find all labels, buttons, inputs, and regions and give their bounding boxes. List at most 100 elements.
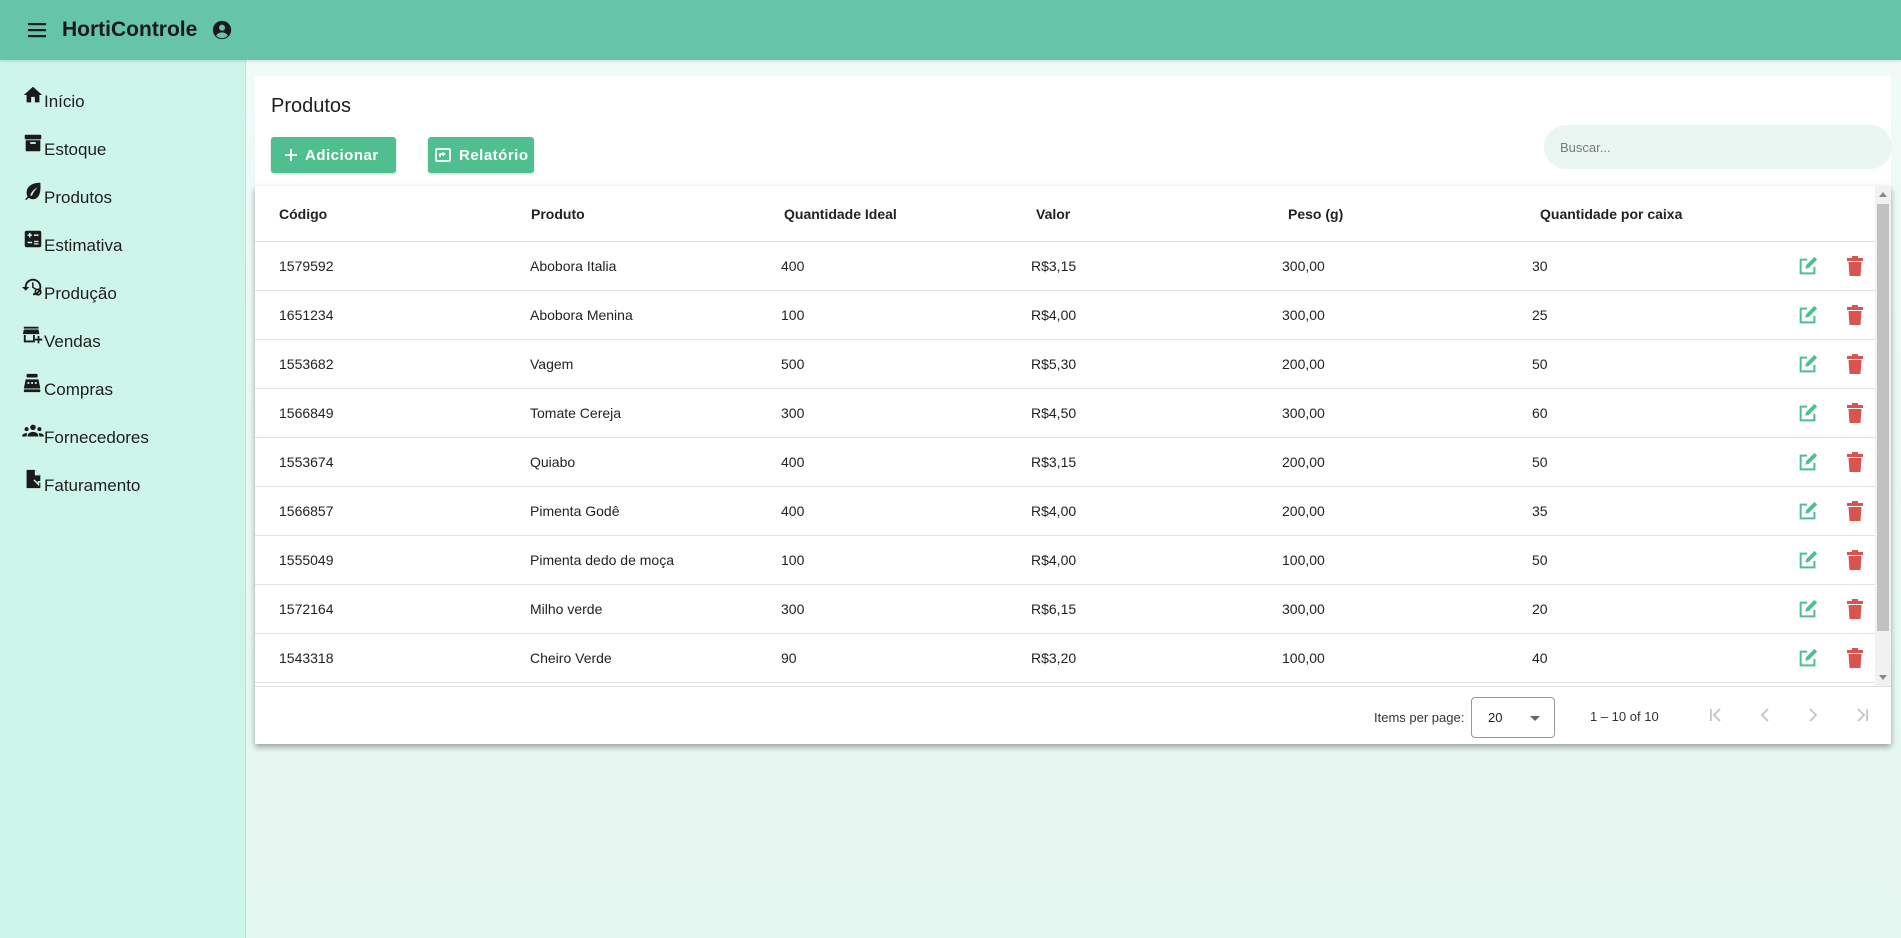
sidebar-item-label: Produtos — [44, 188, 113, 207]
cell-valor: R$3,15 — [1031, 454, 1077, 470]
cell-quantidade-ideal: 400 — [781, 503, 805, 519]
edit-icon[interactable] — [1795, 498, 1821, 524]
cell-produto: Quiabo — [530, 454, 576, 470]
cell-codigo: 1543318 — [279, 650, 334, 666]
cell-valor: R$6,15 — [1031, 601, 1077, 617]
top-app-bar: HortiControle — [0, 0, 1901, 60]
sidebar-item-fornecedores[interactable]: Fornecedores — [0, 420, 245, 468]
cell-quantidade-ideal: 400 — [781, 258, 805, 274]
delete-icon[interactable] — [1842, 498, 1868, 524]
cell-produto: Vagem — [530, 356, 574, 372]
cell-valor: R$5,30 — [1031, 356, 1077, 372]
cell-produto: Milho verde — [530, 601, 603, 617]
items-per-page-select[interactable]: 20 — [1471, 697, 1555, 738]
cell-quantidade-ideal: 100 — [781, 307, 805, 323]
cell-quantidade-por-caixa: 35 — [1532, 503, 1548, 519]
sidebar-item-vendas[interactable]: Vendas — [0, 324, 245, 372]
delete-icon[interactable] — [1842, 253, 1868, 279]
cell-produto: Abobora Menina — [530, 307, 633, 323]
account-circle-icon[interactable] — [211, 19, 233, 41]
groups-icon — [22, 424, 44, 437]
edit-icon[interactable] — [1795, 547, 1821, 573]
edit-icon[interactable] — [1795, 351, 1821, 377]
table-row: 1566857 Pimenta Godê 400 R$4,00 200,00 3… — [255, 487, 1875, 536]
edit-icon[interactable] — [1795, 302, 1821, 328]
cell-quantidade-por-caixa: 20 — [1532, 601, 1548, 617]
scroll-down-arrow-icon[interactable] — [1879, 675, 1887, 680]
cell-produto: Pimenta Godê — [530, 503, 620, 519]
page-title: Produtos — [271, 95, 352, 117]
column-header-valor[interactable]: Valor — [1036, 206, 1070, 222]
cell-produto: Cheiro Verde — [530, 650, 612, 666]
cell-quantidade-ideal: 400 — [781, 454, 805, 470]
cell-valor: R$4,00 — [1031, 307, 1077, 323]
delete-icon[interactable] — [1842, 596, 1868, 622]
cell-produto: Tomate Cereja — [530, 405, 622, 421]
sidebar-item-label: Vendas — [44, 332, 101, 351]
delete-icon[interactable] — [1842, 351, 1868, 377]
cell-valor: R$4,00 — [1031, 503, 1077, 519]
cell-codigo: 1555049 — [279, 552, 334, 568]
menu-icon[interactable] — [26, 19, 48, 41]
column-header-quantidade-por-caixa[interactable]: Quantidade por caixa — [1540, 206, 1682, 222]
edit-icon[interactable] — [1795, 253, 1821, 279]
table-scrollbar[interactable] — [1875, 186, 1891, 686]
delete-icon[interactable] — [1842, 449, 1868, 475]
cell-codigo: 1572164 — [279, 601, 334, 617]
cell-quantidade-ideal: 500 — [781, 356, 805, 372]
delete-icon[interactable] — [1842, 302, 1868, 328]
cell-quantidade-ideal: 300 — [781, 405, 805, 421]
cell-produto: Pimenta dedo de moça — [530, 552, 674, 568]
edit-icon[interactable] — [1795, 449, 1821, 475]
column-header-codigo[interactable]: Código — [279, 206, 327, 222]
table-row: 1572164 Milho verde 300 R$6,15 300,00 20 — [255, 585, 1875, 634]
sidebar-item-producao[interactable]: Produção — [0, 276, 245, 324]
calculate-icon — [24, 230, 42, 248]
last-page-icon[interactable] — [1849, 703, 1873, 727]
sidebar-item-faturamento[interactable]: Faturamento — [0, 468, 245, 516]
cell-peso: 100,00 — [1282, 650, 1325, 666]
previous-page-icon[interactable] — [1753, 703, 1777, 727]
delete-icon[interactable] — [1842, 645, 1868, 671]
items-per-page-value: 20 — [1488, 710, 1503, 725]
delete-icon[interactable] — [1842, 547, 1868, 573]
sidebar-item-inicio[interactable]: Início — [0, 84, 245, 132]
paginator: Items per page: 20 1 – 10 of 10 — [255, 686, 1891, 744]
delete-icon[interactable] — [1842, 400, 1868, 426]
cell-codigo: 1566857 — [279, 503, 334, 519]
column-header-quantidade-ideal[interactable]: Quantidade Ideal — [784, 206, 897, 222]
column-header-peso[interactable]: Peso (g) — [1288, 206, 1343, 222]
cell-quantidade-ideal: 90 — [781, 650, 797, 666]
report-button[interactable]: Relatório — [428, 137, 534, 173]
cell-peso: 100,00 — [1282, 552, 1325, 568]
cell-quantidade-por-caixa: 60 — [1532, 405, 1548, 421]
cell-quantidade-por-caixa: 50 — [1532, 454, 1548, 470]
sidebar-item-produtos[interactable]: Produtos — [0, 180, 245, 228]
add-button[interactable]: Adicionar — [271, 137, 396, 173]
scrollbar-thumb[interactable] — [1877, 204, 1889, 631]
edit-icon[interactable] — [1795, 400, 1821, 426]
search-input[interactable] — [1544, 125, 1892, 169]
request-quote-icon — [26, 469, 42, 489]
table-header: Código Produto Quantidade Ideal Valor Pe… — [255, 186, 1875, 242]
scroll-up-arrow-icon[interactable] — [1879, 192, 1887, 197]
next-page-icon[interactable] — [1801, 703, 1825, 727]
cell-codigo: 1553682 — [279, 356, 334, 372]
sidebar-item-label: Fornecedores — [44, 428, 149, 447]
sidebar-item-compras[interactable]: Compras — [0, 372, 245, 420]
report-button-label: Relatório — [459, 146, 529, 164]
sidebar-item-estoque[interactable]: Estoque — [0, 132, 245, 180]
sidebar-item-estimativa[interactable]: Estimativa — [0, 228, 245, 276]
cell-codigo: 1651234 — [279, 307, 334, 323]
edit-icon[interactable] — [1795, 596, 1821, 622]
sidebar: Início Estoque Produtos Estimativa Produ… — [0, 60, 246, 938]
first-page-icon[interactable] — [1705, 703, 1729, 727]
cell-quantidade-por-caixa: 25 — [1532, 307, 1548, 323]
sidebar-item-label: Compras — [44, 380, 113, 399]
cell-quantidade-por-caixa: 40 — [1532, 650, 1548, 666]
add-button-label: Adicionar — [305, 146, 379, 164]
column-header-produto[interactable]: Produto — [531, 206, 585, 222]
cell-quantidade-ideal: 100 — [781, 552, 805, 568]
table-row: 1651234 Abobora Menina 100 R$4,00 300,00… — [255, 291, 1875, 340]
edit-icon[interactable] — [1795, 645, 1821, 671]
